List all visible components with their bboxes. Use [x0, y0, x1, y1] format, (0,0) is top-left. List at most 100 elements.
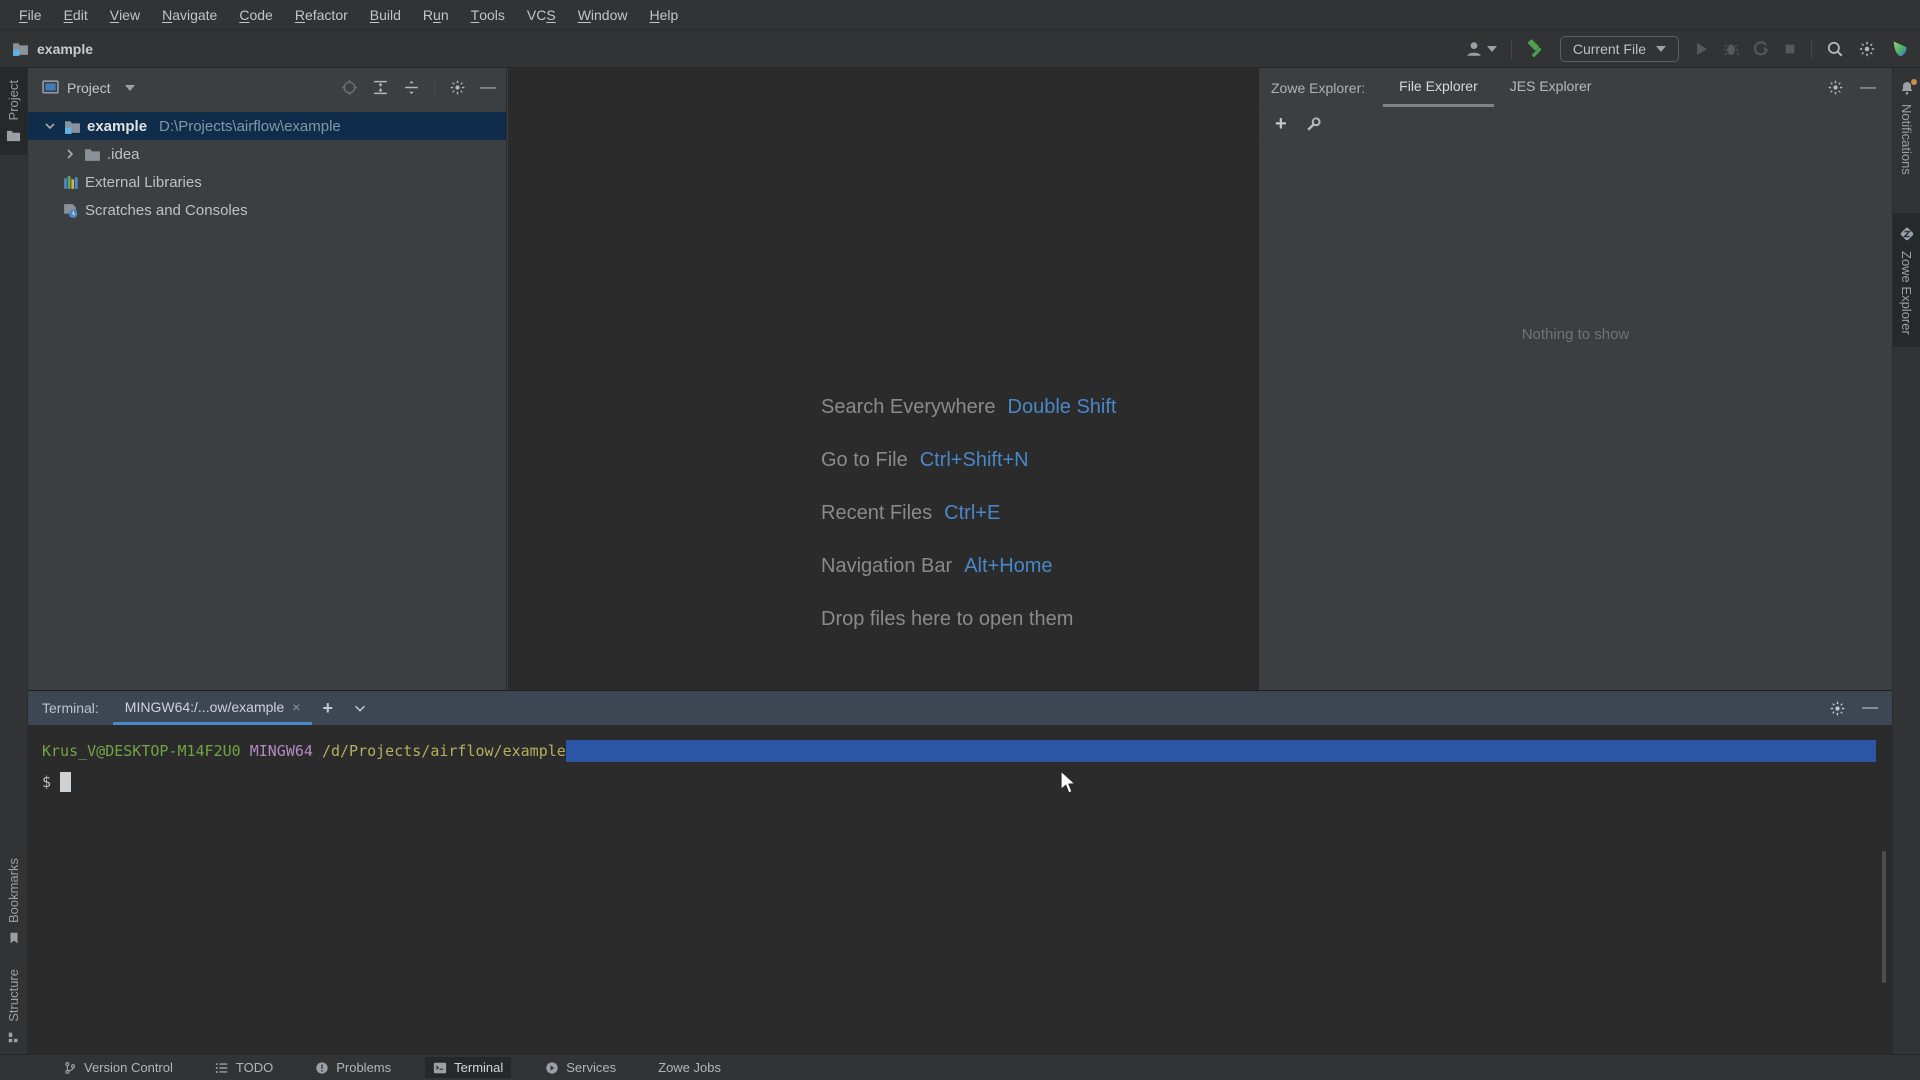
services-icon: [545, 1061, 559, 1075]
menu-build[interactable]: Build: [359, 0, 412, 29]
terminal-selection-highlight: [565, 740, 1876, 762]
zowe-settings-gear-icon[interactable]: [1827, 79, 1844, 96]
menu-window[interactable]: Window: [567, 0, 639, 29]
menu-view[interactable]: View: [99, 0, 151, 29]
user-profile-icon[interactable]: [1465, 40, 1497, 58]
toolwindow-tab-notifications[interactable]: Notifications: [1893, 68, 1920, 187]
search-everywhere-icon[interactable]: [1826, 40, 1844, 58]
stop-button: [1783, 42, 1797, 56]
menu-run[interactable]: Run: [412, 0, 460, 29]
wrench-icon[interactable]: [1305, 116, 1322, 133]
main-toolbar: example Current File: [0, 30, 1920, 68]
scratches-icon: [62, 202, 79, 219]
terminal-user: Krus_V@DESKTOP-M14F2U0: [42, 742, 241, 760]
shortcut-search-everywhere: Search Everywhere Double Shift: [821, 396, 1117, 419]
terminal-settings-gear-icon[interactable]: [1829, 700, 1846, 717]
statusbar-todo[interactable]: TODO: [207, 1057, 281, 1078]
notifications-tab-label: Notifications: [1899, 104, 1914, 175]
toolwindow-tab-project[interactable]: Project: [0, 68, 27, 156]
bookmark-icon: [7, 931, 21, 945]
run-configuration-select[interactable]: Current File: [1559, 35, 1679, 62]
build-hammer-icon[interactable]: [1526, 38, 1546, 59]
project-tree: example D:\Projects\airflow\example .ide…: [28, 108, 506, 224]
editor-empty-area: Search Everywhere Double Shift Go to Fil…: [508, 68, 1259, 690]
menu-help[interactable]: Help: [639, 0, 690, 29]
ide-plugin-icon[interactable]: [1890, 39, 1910, 59]
zowe-explorer-tab-label: Zowe Explorer: [1899, 250, 1914, 335]
tree-row-external-libraries[interactable]: External Libraries: [28, 168, 506, 196]
toolwindow-tab-zowe-explorer[interactable]: Zowe Explorer: [1893, 212, 1920, 347]
terminal-tab-title: MINGW64:/...ow/example: [124, 698, 285, 715]
folder-icon: [64, 118, 81, 135]
toolwindow-tab-structure[interactable]: Structure: [0, 957, 27, 1054]
chevron-down-icon[interactable]: [42, 118, 58, 134]
menu-vcs[interactable]: VC S: [516, 0, 567, 29]
new-terminal-tab-button[interactable]: +: [312, 691, 343, 725]
notifications-bell-icon: [1899, 79, 1917, 96]
structure-tab-label: Structure: [6, 969, 21, 1022]
tree-row-scratches[interactable]: Scratches and Consoles: [28, 196, 506, 224]
expand-all-icon[interactable]: [372, 79, 389, 96]
terminal-header: Terminal: MINGW64:/...ow/example × + —: [28, 691, 1892, 725]
hide-terminal-icon[interactable]: —: [1862, 699, 1878, 717]
mouse-pointer: [1058, 769, 1078, 801]
terminal-cursor: [60, 772, 72, 792]
toolwindow-tab-bookmarks[interactable]: Bookmarks: [0, 846, 27, 957]
right-tool-strip: Notifications Zowe Explorer: [1892, 68, 1920, 1054]
hide-panel-icon[interactable]: —: [1860, 79, 1876, 97]
problems-icon: [315, 1061, 329, 1075]
structure-icon: [7, 1030, 21, 1044]
statusbar-zowe-jobs[interactable]: Zowe Jobs: [650, 1057, 729, 1078]
chevron-down-icon: [1656, 45, 1666, 52]
project-view-dropdown[interactable]: [124, 84, 135, 91]
shortcut-keys: Alt+Home: [964, 555, 1053, 577]
terminal-output[interactable]: Krus_V@DESKTOP-M14F2U0 MINGW64 /d/Projec…: [28, 725, 1892, 795]
shortcut-navigation-bar: Navigation Bar Alt+Home: [821, 555, 1117, 578]
statusbar-services[interactable]: Services: [537, 1057, 624, 1078]
menu-tools[interactable]: Tools: [460, 0, 516, 29]
tree-row-idea[interactable]: .idea: [28, 140, 506, 168]
menu-file[interactable]: File: [8, 0, 53, 29]
tab-file-explorer[interactable]: File Explorer: [1383, 68, 1494, 107]
zowe-toolbar: +: [1259, 108, 1892, 142]
tree-row-example[interactable]: example D:\Projects\airflow\example: [28, 112, 506, 140]
statusbar-label: TODO: [235, 1060, 274, 1075]
todo-list-icon: [215, 1061, 229, 1075]
run-coverage-button: [1753, 40, 1769, 57]
tab-jes-explorer[interactable]: JES Explorer: [1494, 68, 1608, 107]
close-icon[interactable]: ×: [292, 699, 300, 715]
folder-icon: [6, 128, 21, 143]
panel-settings-gear-icon[interactable]: [449, 79, 466, 96]
chevron-right-icon[interactable]: [62, 146, 78, 162]
menu-refactor[interactable]: Refactor: [284, 0, 359, 29]
left-tool-strip: Project Bookmarks Structure: [0, 68, 28, 1054]
statusbar-terminal[interactable]: Terminal: [425, 1057, 512, 1078]
terminal-tab-mingw64[interactable]: MINGW64:/...ow/example ×: [112, 691, 313, 725]
statusbar-problems[interactable]: Problems: [307, 1057, 399, 1078]
statusbar-label: Terminal: [454, 1060, 504, 1075]
statusbar-label: Problems: [336, 1060, 392, 1075]
project-tool-window: Project — example D:\Projects\airflow\ex…: [28, 68, 507, 690]
terminal-tabs-dropdown[interactable]: [343, 691, 377, 725]
hide-panel-icon[interactable]: —: [480, 79, 496, 97]
project-panel-title: Project: [67, 79, 111, 96]
statusbar-label: Version Control: [84, 1060, 173, 1075]
statusbar-version-control[interactable]: Version Control: [55, 1057, 181, 1078]
terminal-tool-window: Terminal: MINGW64:/...ow/example × + — K…: [28, 690, 1892, 1054]
project-view-icon: [42, 79, 59, 96]
menu-navigate[interactable]: Navigate: [151, 0, 228, 29]
locate-file-icon: [341, 79, 358, 96]
collapse-all-icon[interactable]: [403, 79, 420, 96]
tree-item-path: D:\Projects\airflow\example: [159, 117, 341, 135]
menu-edit[interactable]: Edit: [53, 0, 99, 29]
debug-button: [1723, 41, 1739, 57]
notification-dot: [1910, 79, 1917, 85]
settings-gear-icon[interactable]: [1858, 40, 1876, 58]
panel-header-divider: [434, 77, 435, 98]
menu-code[interactable]: Code: [228, 0, 283, 29]
terminal-scrollbar[interactable]: [1882, 851, 1886, 983]
shortcut-recent-files: Recent Files Ctrl+E: [821, 502, 1117, 525]
terminal-input-line[interactable]: $: [42, 769, 1892, 795]
add-profile-icon[interactable]: +: [1275, 113, 1287, 136]
git-branch-icon: [63, 1061, 77, 1075]
